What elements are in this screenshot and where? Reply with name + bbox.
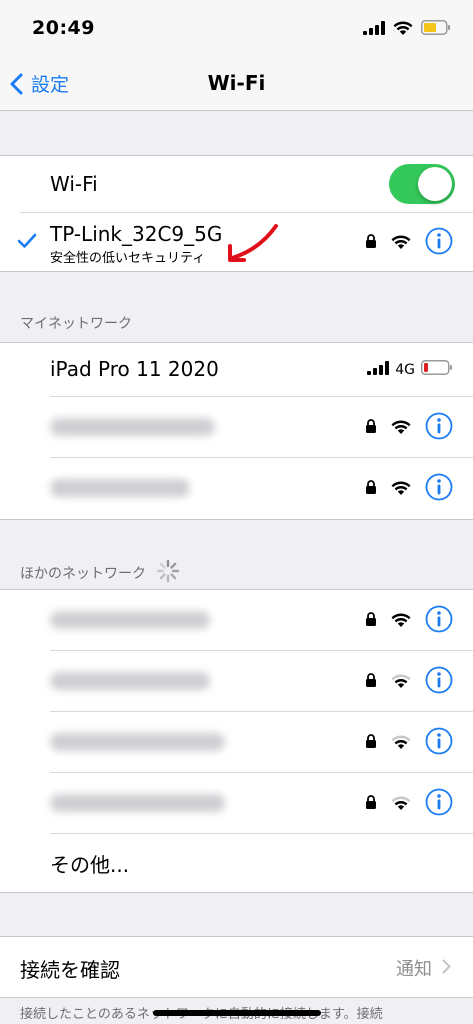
battery-icon	[421, 20, 451, 39]
ask-join-row[interactable]: 接続を確認 通知	[0, 937, 473, 997]
status-time: 20:49	[32, 17, 95, 39]
navigation-bar: 設定 Wi-Fi	[0, 58, 473, 111]
info-icon[interactable]	[425, 227, 453, 259]
ask-join-label: 接続を確認	[20, 958, 120, 982]
page-title: Wi-Fi	[207, 71, 266, 95]
info-icon[interactable]	[425, 727, 453, 759]
lock-icon	[365, 479, 377, 499]
info-icon[interactable]	[425, 788, 453, 820]
hotspot-battery-icon	[421, 360, 453, 379]
other-networks-header: ほかのネットワーク	[20, 559, 180, 587]
lock-icon	[365, 794, 377, 814]
hotspot-cellular-type: 4G	[395, 361, 415, 378]
network-row[interactable]	[0, 712, 473, 773]
security-warning: 安全性の低いセキュリティ	[50, 251, 206, 266]
my-networks-header: マイネットワーク	[20, 313, 132, 333]
blurred-network-name	[50, 672, 210, 690]
wifi-strength-icon	[391, 419, 411, 438]
wifi-strength-icon	[391, 612, 411, 631]
other-network-label: その他...	[50, 853, 130, 877]
connected-ssid: TP-Link_32C9_5G	[50, 222, 223, 246]
info-icon[interactable]	[425, 605, 453, 637]
my-networks-group: iPad Pro 11 2020 4G	[0, 342, 473, 520]
signal-icon	[363, 20, 385, 39]
lock-icon	[365, 418, 377, 438]
blurred-network-name	[50, 418, 215, 436]
hotspot-name: iPad Pro 11 2020	[50, 357, 219, 381]
network-row[interactable]	[0, 651, 473, 712]
blurred-network-name	[50, 733, 225, 751]
wifi-status-icon	[393, 20, 413, 39]
home-indicator[interactable]	[153, 1010, 321, 1016]
blurred-network-name	[50, 611, 210, 629]
saved-network-row[interactable]	[0, 397, 473, 458]
wifi-toggle-row: Wi-Fi	[0, 156, 473, 213]
other-networks-header-label: ほかのネットワーク	[20, 566, 146, 582]
other-networks-group: その他...	[0, 589, 473, 893]
lock-icon	[365, 672, 377, 692]
loading-spinner-icon	[156, 559, 180, 587]
network-row[interactable]	[0, 773, 473, 834]
wifi-strength-icon	[391, 234, 411, 253]
wifi-strength-medium-icon	[391, 795, 411, 814]
wifi-strength-medium-icon	[391, 734, 411, 753]
info-icon[interactable]	[425, 666, 453, 698]
lock-icon	[365, 611, 377, 631]
wifi-toggle-label: Wi-Fi	[50, 172, 98, 196]
wifi-strength-medium-icon	[391, 673, 411, 692]
chevron-right-icon	[442, 958, 451, 979]
other-network-row[interactable]: その他...	[0, 834, 473, 892]
hotspot-signal-icon	[367, 360, 390, 379]
lock-icon	[365, 733, 377, 753]
info-icon[interactable]	[425, 473, 453, 505]
blurred-network-name	[50, 794, 225, 812]
status-bar: 20:49	[0, 0, 473, 58]
wifi-strength-icon	[391, 480, 411, 499]
toggle-knob	[418, 167, 452, 201]
ask-join-group: 接続を確認 通知	[0, 936, 473, 998]
info-icon[interactable]	[425, 412, 453, 444]
lock-icon	[365, 233, 377, 253]
wifi-toggle[interactable]	[389, 164, 455, 204]
blurred-network-name	[50, 479, 190, 497]
my-networks-header-label: マイネットワーク	[20, 316, 132, 332]
ask-join-value: 通知	[396, 959, 432, 980]
annotation-arrow-icon	[222, 220, 282, 272]
network-row[interactable]	[0, 590, 473, 651]
checkmark-icon	[17, 233, 37, 253]
saved-network-row[interactable]	[0, 458, 473, 519]
hotspot-row[interactable]: iPad Pro 11 2020 4G	[0, 343, 473, 397]
